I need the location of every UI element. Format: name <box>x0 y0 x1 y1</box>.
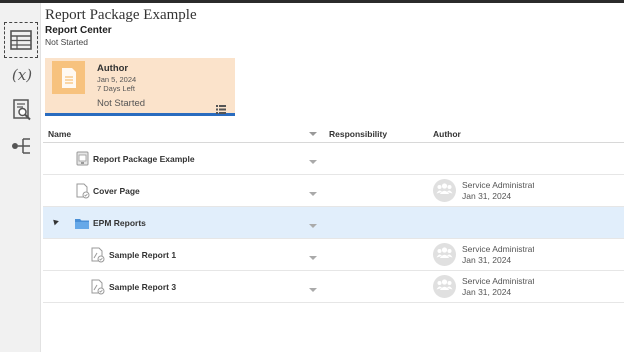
column-name[interactable]: Name <box>48 129 71 139</box>
author-phase-card[interactable]: Author Jan 5, 2024 7 Days Left Not Start… <box>45 58 235 116</box>
document-icon <box>52 61 85 94</box>
folder-icon <box>74 217 90 235</box>
row-name[interactable]: Sample Report 3 <box>109 282 176 292</box>
avatar <box>433 243 456 266</box>
phase-date: Jan 5, 2024 <box>97 75 137 84</box>
inspect-report-button[interactable] <box>7 95 37 125</box>
report-grid: Name Responsibility Author Report Packag… <box>43 123 624 303</box>
collapse-icon[interactable] <box>51 217 59 226</box>
phase-name: Author <box>97 63 129 74</box>
column-menu-caret-icon[interactable] <box>309 132 317 136</box>
user-group-icon <box>436 182 453 200</box>
column-author[interactable]: Author <box>433 129 461 139</box>
phase-status: Not Started <box>97 98 146 109</box>
row-name[interactable]: Cover Page <box>93 186 140 196</box>
report-icon <box>91 247 105 268</box>
table-row[interactable]: Report Package Example <box>43 143 624 175</box>
report-center-icon <box>10 30 32 50</box>
variables-icon: (x) <box>10 65 34 85</box>
row-name[interactable]: EPM Reports <box>93 218 146 228</box>
grid-header: Name Responsibility Author <box>43 123 624 143</box>
table-row[interactable]: Sample Report 3 Service Administratc Jan… <box>43 271 624 303</box>
phase-dates: Jan 5, 2024 7 Days Left <box>97 75 136 93</box>
row-menu-caret-icon[interactable] <box>309 192 317 196</box>
page-subtitle: Report Center <box>45 25 112 36</box>
row-menu-caret-icon[interactable] <box>309 160 317 164</box>
package-icon <box>76 151 89 171</box>
left-sidebar: (x) <box>0 3 41 352</box>
hierarchy-icon <box>11 136 33 156</box>
avatar <box>433 179 456 202</box>
user-group-icon <box>436 278 453 296</box>
list-icon[interactable] <box>216 101 226 119</box>
hierarchy-button[interactable] <box>7 131 37 161</box>
package-status: Not Started <box>45 37 88 47</box>
author-date: Jan 31, 2024 <box>462 191 512 201</box>
author-name: Service Administratc <box>462 244 534 254</box>
page-icon <box>76 183 90 204</box>
page-header: Report Package Example Report Center Not… <box>45 6 197 48</box>
row-name[interactable]: Report Package Example <box>93 154 195 164</box>
phase-days-left: 7 Days Left <box>97 84 135 93</box>
table-row[interactable]: EPM Reports <box>43 207 624 239</box>
author-date: Jan 31, 2024 <box>462 255 512 265</box>
inspect-report-icon <box>11 99 33 121</box>
variables-button[interactable]: (x) <box>7 60 37 90</box>
avatar <box>433 275 456 298</box>
row-menu-caret-icon[interactable] <box>309 288 317 292</box>
table-row[interactable]: Sample Report 1 Service Administratc Jan… <box>43 239 624 271</box>
report-icon <box>91 279 105 300</box>
author-name: Service Administratc <box>462 276 534 286</box>
row-menu-caret-icon[interactable] <box>309 224 317 228</box>
svg-text:(x): (x) <box>12 66 32 84</box>
author-date: Jan 31, 2024 <box>462 287 512 297</box>
window-top-border <box>0 0 624 3</box>
column-responsibility[interactable]: Responsibility <box>329 129 387 139</box>
page-title: Report Package Example <box>45 7 197 23</box>
row-name[interactable]: Sample Report 1 <box>109 250 176 260</box>
row-menu-caret-icon[interactable] <box>309 256 317 260</box>
user-group-icon <box>436 246 453 264</box>
table-row[interactable]: Cover Page Service Administratc Jan 31, … <box>43 175 624 207</box>
author-name: Service Administratc <box>462 180 534 190</box>
report-center-button[interactable] <box>4 22 38 58</box>
